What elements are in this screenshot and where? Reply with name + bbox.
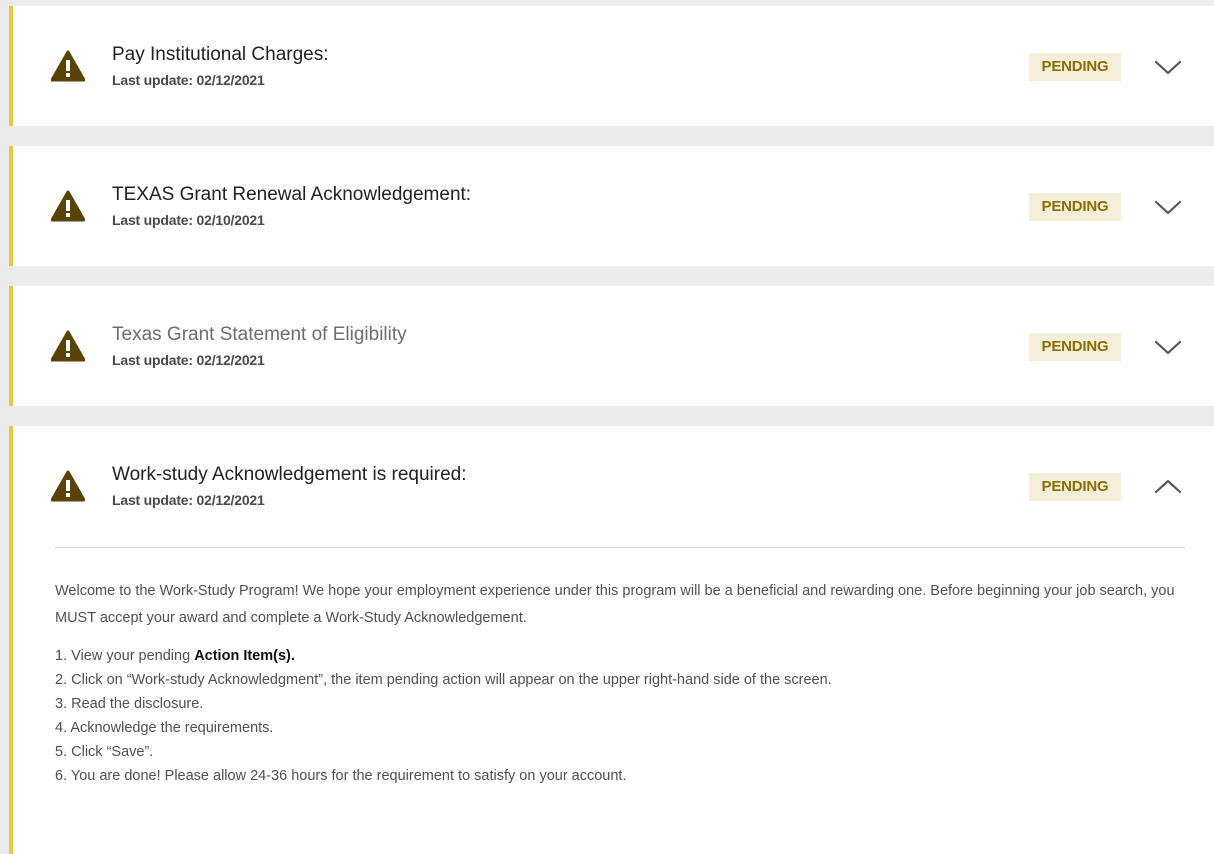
last-update-text: Last update: 02/10/2021 <box>112 212 265 228</box>
last-update-text: Last update: 02/12/2021 <box>112 492 265 508</box>
warning-icon <box>51 50 85 82</box>
chevron-down-icon[interactable] <box>1153 194 1183 220</box>
status-badge: PENDING <box>1029 333 1121 361</box>
requirements-page: Pay Institutional Charges: Last update: … <box>0 0 1214 854</box>
step-item: 2. Click on “Work-study Acknowledgment”,… <box>55 672 832 688</box>
requirement-header[interactable]: TEXAS Grant Renewal Acknowledgement: Las… <box>13 146 1214 266</box>
step-item: 6. You are done! Please allow 24-36 hour… <box>55 768 627 784</box>
step-text: 1. View your pending <box>55 648 195 664</box>
step-item: 5. Click “Save”. <box>55 744 154 760</box>
requirement-title: Pay Institutional Charges: <box>112 44 329 65</box>
divider <box>55 547 1185 548</box>
requirement-header[interactable]: Pay Institutional Charges: Last update: … <box>13 6 1214 126</box>
last-update-text: Last update: 02/12/2021 <box>112 352 265 368</box>
warning-icon <box>51 470 85 502</box>
details-intro: Welcome to the Work-Study Program! We ho… <box>55 583 1175 626</box>
requirement-card-work-study-acknowledgement: Work-study Acknowledgement is required: … <box>9 426 1214 854</box>
step-item: 4. Acknowledge the requirements. <box>55 720 274 736</box>
status-badge: PENDING <box>1029 53 1121 81</box>
action-items-link[interactable]: Action Item(s). <box>194 648 295 664</box>
status-badge: PENDING <box>1029 193 1121 221</box>
requirement-header[interactable]: Work-study Acknowledgement is required: … <box>13 426 1214 546</box>
requirement-details: Welcome to the Work-Study Program! We ho… <box>55 578 1192 788</box>
requirement-title: TEXAS Grant Renewal Acknowledgement: <box>112 184 472 205</box>
requirement-title: Work-study Acknowledgement is required: <box>112 464 467 485</box>
steps-list: 1. View your pending Action Item(s). 2. … <box>55 644 1192 788</box>
requirement-header[interactable]: Texas Grant Statement of Eligibility Las… <box>13 286 1214 406</box>
chevron-down-icon[interactable] <box>1153 54 1183 80</box>
last-update-text: Last update: 02/12/2021 <box>112 72 265 88</box>
requirement-card-texas-grant-eligibility: Texas Grant Statement of Eligibility Las… <box>9 286 1214 406</box>
requirement-card-pay-institutional-charges: Pay Institutional Charges: Last update: … <box>9 6 1214 126</box>
chevron-down-icon[interactable] <box>1153 334 1183 360</box>
warning-icon <box>51 190 85 222</box>
requirement-title: Texas Grant Statement of Eligibility <box>112 324 407 345</box>
warning-icon <box>51 330 85 362</box>
status-badge: PENDING <box>1029 473 1121 501</box>
requirement-card-texas-grant-renewal: TEXAS Grant Renewal Acknowledgement: Las… <box>9 146 1214 266</box>
step-item: 3. Read the disclosure. <box>55 696 204 712</box>
step-item: 1. View your pending Action Item(s). <box>55 644 1192 668</box>
chevron-up-icon[interactable] <box>1153 474 1183 500</box>
